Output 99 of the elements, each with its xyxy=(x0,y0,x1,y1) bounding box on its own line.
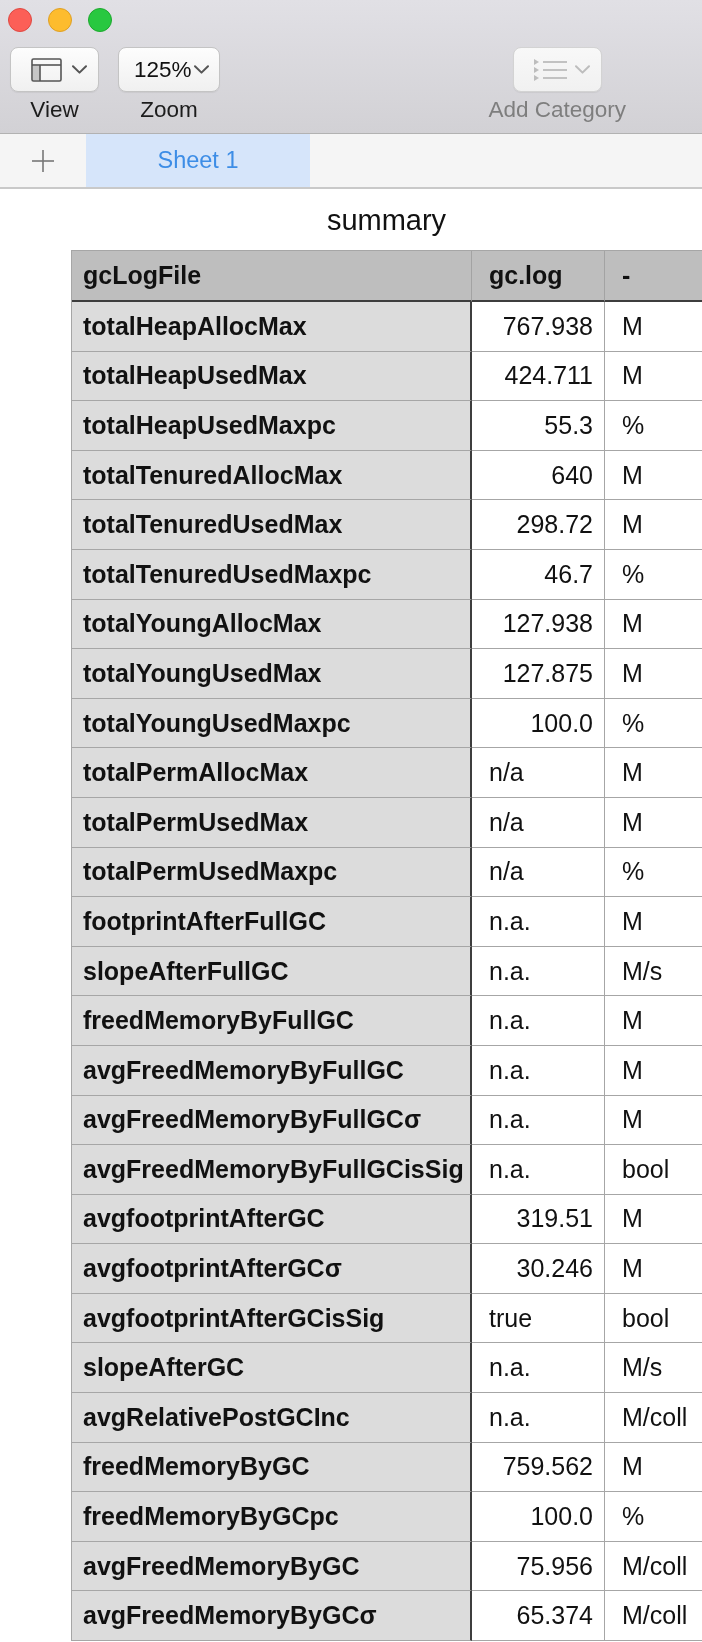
row-header-cell: freedMemoryByGCpc xyxy=(72,1492,472,1542)
value-cell: 100.0 xyxy=(472,1492,605,1542)
row-header-cell: avgFreedMemoryByFullGC xyxy=(72,1045,472,1096)
value-cell: 127.875 xyxy=(472,649,605,699)
row-header-cell: totalPermAllocMax xyxy=(72,748,472,798)
unit-cell: M xyxy=(605,1194,702,1245)
value-cell: 767.938 xyxy=(472,302,605,352)
value-cell: 759.562 xyxy=(472,1442,605,1493)
row-header-cell: avgfootprintAfterGCσ xyxy=(72,1244,472,1294)
value-cell: n.a. xyxy=(472,946,605,997)
row-header-cell: totalTenuredUsedMaxpc xyxy=(72,549,472,600)
row-header-cell: avgFreedMemoryByFullGCisSig xyxy=(72,1145,472,1195)
row-header-cell: totalTenuredAllocMax xyxy=(72,450,472,501)
toolbar-label: View xyxy=(30,96,79,123)
unit-cell: M xyxy=(605,649,702,699)
value-cell: 319.51 xyxy=(472,1194,605,1245)
unit-cell: % xyxy=(605,847,702,898)
row-header-cell: totalPermUsedMax xyxy=(72,797,472,848)
unit-cell: M xyxy=(605,748,702,798)
value-cell: true xyxy=(472,1293,605,1344)
row-header-cell: avgFreedMemoryByFullGCσ xyxy=(72,1095,472,1146)
row-header-cell: totalHeapAllocMax xyxy=(72,302,472,352)
value-cell: n.a. xyxy=(472,1393,605,1443)
value-cell: 46.7 xyxy=(472,549,605,600)
value-cell: n/a xyxy=(472,797,605,848)
value-cell: 424.711 xyxy=(472,351,605,402)
unit-cell: M xyxy=(605,1045,702,1096)
chevron-down-icon xyxy=(574,65,590,74)
unit-cell: M/s xyxy=(605,946,702,997)
value-cell: 75.956 xyxy=(472,1541,605,1592)
row-header-cell: avgfootprintAfterGC xyxy=(72,1194,472,1245)
plus-icon xyxy=(32,149,54,172)
unit-cell: M xyxy=(605,1095,702,1146)
unit-cell: M xyxy=(605,996,702,1046)
row-header-cell: avgFreedMemoryByGCσ xyxy=(72,1591,472,1642)
unit-cell: M/coll xyxy=(605,1393,702,1443)
row-header-cell: freedMemoryByFullGC xyxy=(72,996,472,1046)
toolbar-label: Zoom xyxy=(140,96,198,123)
row-header-cell: totalYoungUsedMax xyxy=(72,649,472,699)
value-cell: n.a. xyxy=(472,1343,605,1394)
value-cell: 640 xyxy=(472,450,605,501)
list-icon xyxy=(533,58,567,81)
sidebar-layout-icon xyxy=(31,57,62,82)
unit-cell: bool xyxy=(605,1293,702,1344)
row-header-cell: slopeAfterFullGC xyxy=(72,946,472,997)
unit-cell: M xyxy=(605,450,702,501)
unit-cell: M xyxy=(605,897,702,947)
unit-cell: M/coll xyxy=(605,1591,702,1642)
toolbar-label: Add Category xyxy=(488,96,626,123)
unit-cell: M/s xyxy=(605,1343,702,1394)
minimize-button[interactable] xyxy=(48,8,72,32)
row-header-cell: avgRelativePostGCInc xyxy=(72,1393,472,1443)
column-header: gcLogFile xyxy=(72,251,472,302)
unit-cell: M/coll xyxy=(605,1541,702,1592)
row-header-cell: totalYoungUsedMaxpc xyxy=(72,698,472,749)
unit-cell: M xyxy=(605,351,702,402)
value-cell: n.a. xyxy=(472,1045,605,1096)
column-header: - xyxy=(605,251,702,302)
value-cell: n.a. xyxy=(472,1095,605,1146)
value-cell: 298.72 xyxy=(472,500,605,550)
row-header-cell: totalPermUsedMaxpc xyxy=(72,847,472,898)
unit-cell: M xyxy=(605,500,702,550)
value-cell: n/a xyxy=(472,847,605,898)
close-button[interactable] xyxy=(8,8,32,32)
row-header-cell: totalTenuredUsedMax xyxy=(72,500,472,550)
row-header-cell: avgFreedMemoryByGC xyxy=(72,1541,472,1592)
row-header-cell: avgfootprintAfterGCisSig xyxy=(72,1293,472,1344)
row-header-cell: totalHeapUsedMax xyxy=(72,351,472,402)
maximize-button[interactable] xyxy=(88,8,112,32)
unit-cell: M xyxy=(605,797,702,848)
unit-cell: % xyxy=(605,401,702,451)
zoom-menu-button[interactable]: 125% xyxy=(118,47,220,92)
chevron-down-icon xyxy=(194,65,209,74)
value-cell: n.a. xyxy=(472,897,605,947)
unit-cell: % xyxy=(605,698,702,749)
layout-menu-button[interactable] xyxy=(10,47,99,92)
row-header-cell: freedMemoryByGC xyxy=(72,1442,472,1493)
value-cell: 55.3 xyxy=(472,401,605,451)
unit-cell: M xyxy=(605,302,702,352)
value-cell: 127.938 xyxy=(472,599,605,650)
row-header-cell: footprintAfterFullGC xyxy=(72,897,472,947)
unit-cell: % xyxy=(605,549,702,600)
value-cell: 65.374 xyxy=(472,1591,605,1642)
chevron-down-icon xyxy=(72,65,87,74)
row-header-cell: slopeAfterGC xyxy=(72,1343,472,1394)
value-cell: 100.0 xyxy=(472,698,605,749)
row-header-cell: totalHeapUsedMaxpc xyxy=(72,401,472,451)
unit-cell: M xyxy=(605,1244,702,1294)
unit-cell: M xyxy=(605,1442,702,1493)
value-cell: n.a. xyxy=(472,996,605,1046)
value-cell: n/a xyxy=(472,748,605,798)
row-header-cell: totalYoungAllocMax xyxy=(72,599,472,650)
column-header: gc.log xyxy=(472,251,605,302)
unit-cell: % xyxy=(605,1492,702,1542)
value-cell: 30.246 xyxy=(472,1244,605,1294)
table-title: summary xyxy=(326,204,447,236)
value-cell: n.a. xyxy=(472,1145,605,1195)
unit-cell: bool xyxy=(605,1145,702,1195)
unit-cell: M xyxy=(605,599,702,650)
